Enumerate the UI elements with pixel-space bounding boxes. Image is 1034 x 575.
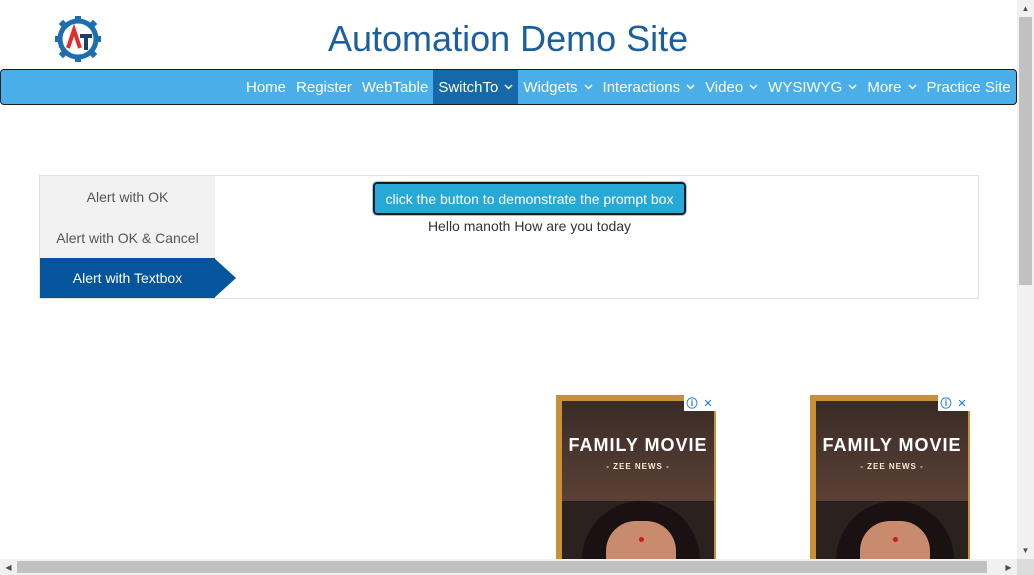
ad-headline: FAMILY MOVIE (822, 435, 962, 455)
alert-tab-panel: Alert with OK Alert with OK & Cancel Ale… (39, 175, 979, 299)
chevron-down-icon (848, 84, 857, 90)
tab-alert-with-ok-cancel[interactable]: Alert with OK & Cancel (40, 218, 215, 258)
scrollbar-corner (1017, 559, 1034, 575)
nav-item-more[interactable]: More (862, 70, 921, 104)
nav-items: Home Register WebTable SwitchTo Widgets Inter… (241, 70, 1016, 104)
nav-item-label: More (867, 78, 902, 96)
tab-alert-with-textbox[interactable]: Alert with Textbox (40, 258, 215, 298)
nav-item-wysiwyg[interactable]: WYSIWYG (763, 70, 862, 104)
page-viewport: Automation Demo Site Home Register WebTabl… (0, 0, 1017, 559)
nav-item-label: SwitchTo (438, 78, 499, 96)
tab-alert-with-ok[interactable]: Alert with OK (40, 177, 215, 217)
ad-image: FAMILY MOVIE - ZEE NEWS - (816, 401, 968, 559)
info-icon[interactable]: ⓘ (684, 395, 700, 411)
nav-item-webtable[interactable]: WebTable (357, 70, 433, 104)
ad-badge: ⓘ ✕ (684, 395, 716, 411)
close-icon[interactable]: ✕ (700, 395, 716, 411)
nav-item-label: Widgets (523, 78, 578, 96)
chevron-down-icon (749, 84, 758, 90)
close-icon[interactable]: ✕ (954, 395, 970, 411)
nav-item-label: WebTable (361, 78, 429, 96)
ad-image: FAMILY MOVIE - ZEE NEWS - (562, 401, 714, 559)
site-title: Automation Demo Site (328, 18, 689, 59)
nav-item-home[interactable]: Home (241, 70, 291, 104)
nav-item-label: WYSIWYG (768, 78, 843, 96)
nav-item-label: Practice Site (926, 78, 1011, 96)
nav-item-label: Register (296, 78, 352, 96)
alert-tab-list: Alert with OK Alert with OK & Cancel Ale… (40, 176, 236, 298)
nav-item-video[interactable]: Video (700, 70, 763, 104)
scroll-left-arrow-icon[interactable]: ◀ (0, 559, 17, 575)
site-logo[interactable] (54, 14, 102, 64)
nav-item-label: Interactions (602, 78, 681, 96)
scroll-right-arrow-icon[interactable]: ▶ (1000, 559, 1017, 575)
main-navbar: Home Register WebTable SwitchTo Widgets Inter… (0, 69, 1017, 105)
info-icon[interactable]: ⓘ (938, 395, 954, 411)
chevron-down-icon (584, 84, 593, 90)
scroll-up-arrow-icon[interactable]: ▲ (1017, 0, 1034, 17)
nav-item-practice-site[interactable]: Practice Site (922, 70, 1016, 104)
prompt-box-button[interactable]: click the button to demonstrate the prom… (372, 181, 687, 216)
nav-item-label: Home (246, 78, 287, 96)
prompt-result-text: Hello manoth How are you today (427, 218, 632, 234)
ad-badge: ⓘ ✕ (938, 395, 970, 411)
horizontal-scroll-thumb[interactable] (17, 561, 987, 573)
ad-subline: - ZEE NEWS - (606, 462, 670, 471)
nav-item-switchto[interactable]: SwitchTo (433, 70, 519, 104)
ad-headline: FAMILY MOVIE (568, 435, 708, 455)
gear-logo-icon (55, 16, 101, 62)
advertisement-1[interactable]: FAMILY MOVIE - ZEE NEWS - ⓘ ✕ (556, 395, 716, 559)
nav-item-interactions[interactable]: Interactions (598, 70, 701, 104)
advertisement-2[interactable]: FAMILY MOVIE - ZEE NEWS - ⓘ ✕ (810, 395, 970, 559)
chevron-down-icon (908, 84, 917, 90)
nav-item-register[interactable]: Register (291, 70, 357, 104)
chevron-down-icon (686, 84, 695, 90)
vertical-scrollbar[interactable]: ▲ ▼ (1017, 0, 1034, 559)
selected-tab-arrow (214, 258, 236, 298)
nav-item-label: Video (705, 78, 744, 96)
chevron-down-icon (504, 84, 513, 90)
ad-subline: - ZEE NEWS - (860, 462, 924, 471)
nav-item-widgets[interactable]: Widgets (518, 70, 597, 104)
vertical-scroll-thumb[interactable] (1019, 17, 1032, 285)
horizontal-scrollbar[interactable]: ◀ ▶ (0, 559, 1017, 575)
scroll-down-arrow-icon[interactable]: ▼ (1017, 542, 1034, 559)
